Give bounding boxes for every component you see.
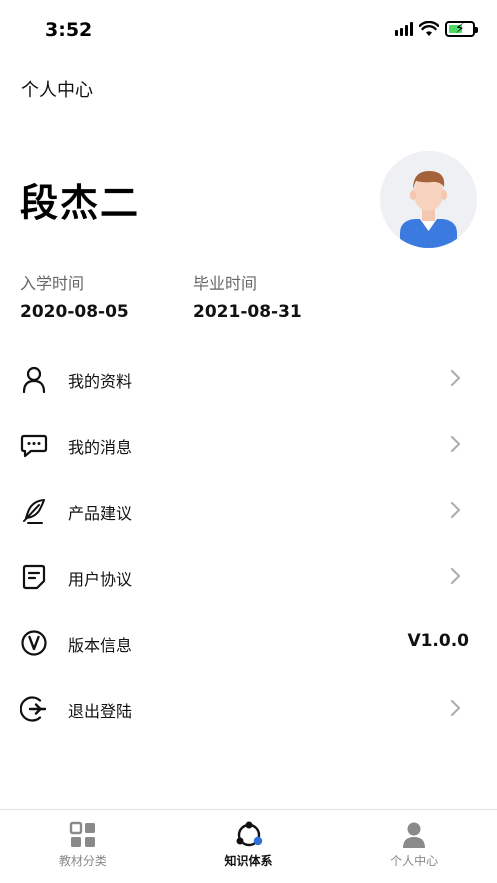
graduate-date-label: 毕业时间 xyxy=(193,274,258,293)
wifi-icon xyxy=(419,21,439,36)
feather-icon xyxy=(23,499,45,524)
version-value: V1.0.0 xyxy=(407,631,469,651)
menu-item-label: 退出登陆 xyxy=(68,702,133,721)
menu-item-label: 我的资料 xyxy=(68,372,133,391)
logout-icon xyxy=(20,696,47,722)
tab-label: 个人中心 xyxy=(390,854,439,868)
menu-item-label: 版本信息 xyxy=(68,636,133,655)
menu-item-label: 产品建议 xyxy=(68,504,133,523)
menu-item-profile[interactable]: 我的资料 xyxy=(0,345,497,411)
status-bar: 3:52 ⚡ xyxy=(0,0,497,62)
chevron-right-icon xyxy=(450,699,461,717)
user-icon xyxy=(22,366,46,393)
menu-item-version[interactable]: 版本信息 V1.0.0 xyxy=(0,609,497,675)
menu-item-messages[interactable]: 我的消息 xyxy=(0,411,497,477)
page-title: 个人中心 xyxy=(21,80,93,101)
menu-item-label: 我的消息 xyxy=(68,438,133,457)
battery-icon: ⚡ xyxy=(445,21,478,37)
chevron-right-icon xyxy=(450,567,461,585)
version-icon xyxy=(21,630,47,656)
enroll-date-label: 入学时间 xyxy=(20,274,85,293)
tab-label: 知识体系 xyxy=(224,854,273,868)
chevron-right-icon xyxy=(450,369,461,387)
status-time: 3:52 xyxy=(45,19,93,41)
tab-label: 教材分类 xyxy=(58,854,107,868)
tab-knowledge-system[interactable]: 知识体系 xyxy=(166,810,332,883)
graduate-date-value: 2021-08-31 xyxy=(193,302,302,322)
menu-item-label: 用户协议 xyxy=(68,570,133,589)
menu-item-feedback[interactable]: 产品建议 xyxy=(0,477,497,543)
settings-menu: 我的资料 我的消息 产品建议 用户协议 版本信息 V1.0.0 退出登陆 xyxy=(0,345,497,741)
network-icon xyxy=(236,821,262,847)
avatar[interactable] xyxy=(380,151,477,248)
signal-icon xyxy=(395,22,413,36)
tab-textbook-categories[interactable]: 教材分类 xyxy=(0,810,166,883)
document-icon xyxy=(22,564,46,590)
message-icon xyxy=(20,434,48,458)
menu-item-agreement[interactable]: 用户协议 xyxy=(0,543,497,609)
tab-personal-center[interactable]: 个人中心 xyxy=(331,810,497,883)
bottom-tab-bar: 教材分类 知识体系 个人中心 xyxy=(0,809,497,883)
grid-icon xyxy=(69,821,95,847)
person-icon xyxy=(403,822,426,848)
chevron-right-icon xyxy=(450,435,461,453)
menu-item-logout[interactable]: 退出登陆 xyxy=(0,675,497,741)
avatar-illustration-icon xyxy=(380,151,477,248)
chevron-right-icon xyxy=(450,501,461,519)
graduate-date-block: 毕业时间 2021-08-31 xyxy=(193,270,302,322)
enroll-date-block: 入学时间 2020-08-05 xyxy=(20,270,129,322)
user-name: 段杰二 xyxy=(20,181,141,225)
status-icons: ⚡ xyxy=(395,21,478,37)
enroll-date-value: 2020-08-05 xyxy=(20,302,129,322)
